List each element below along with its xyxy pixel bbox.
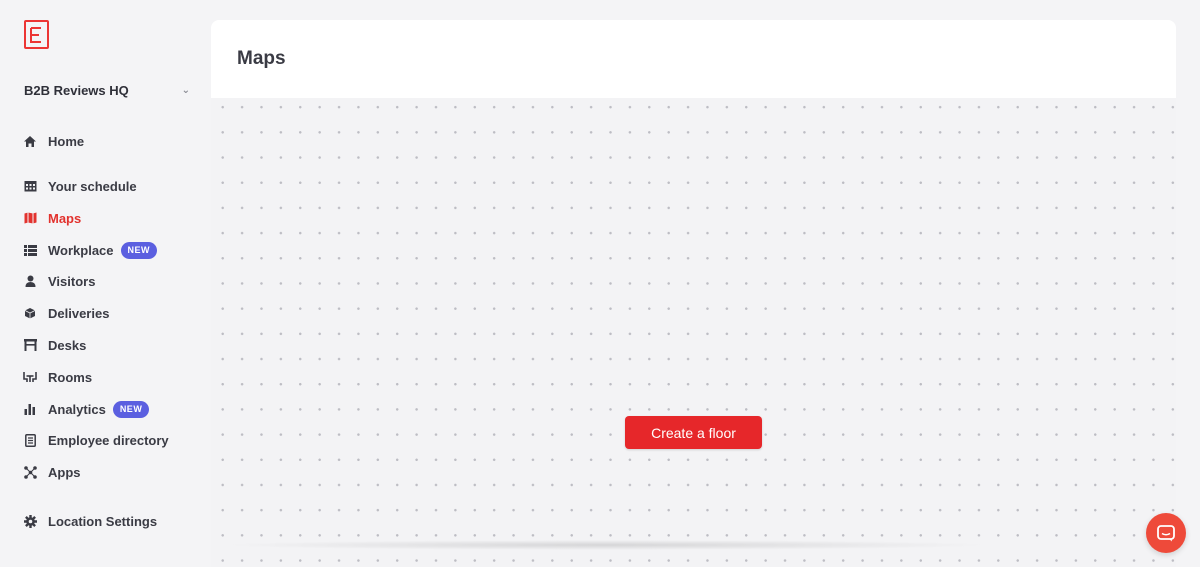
sidebar-item-label: Location Settings [48,513,158,529]
sidebar-item-workplace[interactable]: Workplace NEW [22,240,158,260]
page-header: Maps [211,20,1176,98]
create-floor-button[interactable]: Create a floor [625,416,762,449]
location-switcher[interactable]: B2B Reviews HQ ⌄ [24,81,192,99]
apps-icon [22,464,38,480]
sidebar-item-label: Employee directory [48,432,169,448]
sidebar-item-schedule[interactable]: Your schedule [22,176,137,196]
package-icon [22,305,38,321]
map-canvas[interactable]: Maps Create a floor [211,20,1176,567]
sidebar-item-maps[interactable]: Maps [22,208,81,228]
envoy-logo-icon[interactable] [24,20,49,49]
chat-icon [1157,524,1175,542]
sidebar-item-label: Maps [48,210,82,226]
room-icon [22,369,38,385]
sidebar-item-rooms[interactable]: Rooms [22,367,92,387]
sidebar-item-desks[interactable]: Desks [22,335,86,355]
calendar-icon [22,178,38,194]
home-icon [22,133,38,149]
chevron-down-icon: ⌄ [181,84,190,96]
new-badge: NEW [120,241,158,259]
map-icon [22,210,38,226]
sidebar-item-label: Workplace [48,242,114,258]
sidebar-item-label: Analytics [48,401,106,417]
new-badge: NEW [112,400,150,418]
sidebar-item-directory[interactable]: Employee directory [22,430,169,450]
sidebar-item-label: Your schedule [48,178,137,194]
list-icon [22,242,38,258]
sidebar-item-label: Desks [48,337,87,353]
directory-icon [22,432,38,448]
desk-icon [22,337,38,353]
sidebar-item-visitors[interactable]: Visitors [22,271,95,291]
page-title: Maps [237,48,286,69]
gear-icon [22,513,38,529]
visitor-icon [22,273,38,289]
bar-chart-icon [22,401,38,417]
sidebar-item-deliveries[interactable]: Deliveries [22,303,109,323]
sidebar-item-label: Deliveries [48,305,110,321]
sidebar-item-label: Visitors [48,273,96,289]
location-name: B2B Reviews HQ [24,82,129,98]
sidebar-item-label: Home [48,133,85,149]
sidebar: B2B Reviews HQ ⌄ Home Your schedule Maps… [0,0,200,567]
sidebar-item-home[interactable]: Home [22,131,84,151]
chat-launcher-button[interactable] [1146,513,1186,553]
sidebar-item-apps[interactable]: Apps [22,462,81,482]
sidebar-item-label: Apps [48,464,81,480]
sidebar-item-analytics[interactable]: Analytics NEW [22,399,150,419]
divider [221,540,991,550]
sidebar-item-location-settings[interactable]: Location Settings [22,511,157,531]
sidebar-item-label: Rooms [48,369,93,385]
